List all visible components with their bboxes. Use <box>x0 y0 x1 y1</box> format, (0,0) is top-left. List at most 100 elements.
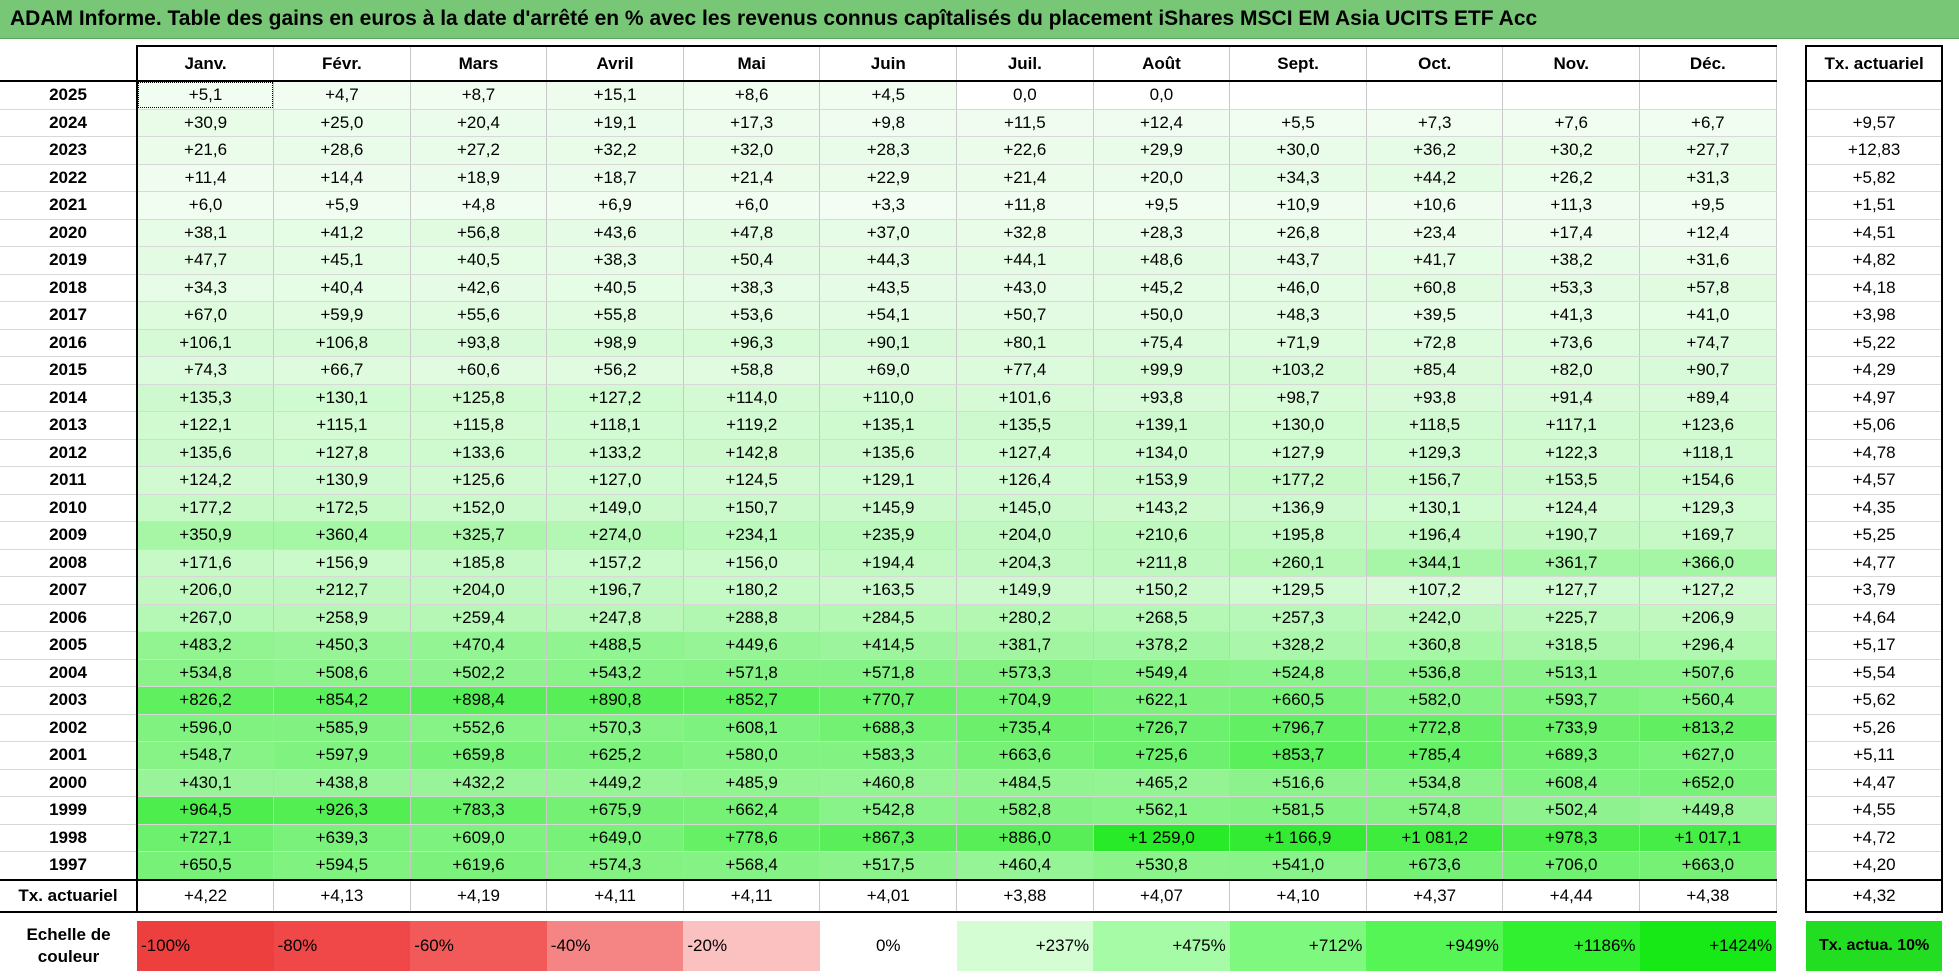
gain-cell[interactable]: +163,5 <box>819 576 958 605</box>
gain-cell[interactable]: +23,4 <box>1365 218 1504 247</box>
gain-cell[interactable]: +673,6 <box>1365 851 1504 881</box>
gain-cell[interactable]: +169,7 <box>1639 521 1777 550</box>
actuarial-cell[interactable]: +4,20 <box>1805 851 1944 881</box>
gain-cell[interactable]: +852,7 <box>682 686 821 715</box>
gain-cell[interactable]: +7,6 <box>1502 108 1641 137</box>
gain-cell[interactable]: +552,6 <box>409 713 548 742</box>
gain-cell[interactable]: +136,9 <box>1229 493 1367 522</box>
gain-cell[interactable]: +513,1 <box>1502 658 1641 687</box>
gain-cell[interactable]: +91,4 <box>1502 383 1641 412</box>
actuarial-cell[interactable]: +4,77 <box>1805 548 1944 577</box>
gain-cell[interactable]: +318,5 <box>1502 631 1641 660</box>
gain-cell[interactable]: +171,6 <box>136 548 275 577</box>
gain-cell[interactable]: +8,7 <box>409 80 548 110</box>
gain-cell[interactable]: +45,1 <box>273 246 411 275</box>
gain-cell[interactable]: +9,8 <box>819 108 958 137</box>
gain-cell[interactable]: +530,8 <box>1092 851 1231 881</box>
actuarial-cell[interactable]: +3,79 <box>1805 576 1944 605</box>
gain-cell[interactable]: +40,4 <box>273 273 411 302</box>
gain-cell[interactable]: +627,0 <box>1639 741 1777 770</box>
gain-cell[interactable]: +210,6 <box>1092 521 1231 550</box>
gain-cell[interactable]: +225,7 <box>1502 603 1641 632</box>
gain-cell[interactable]: +675,9 <box>546 796 684 825</box>
gain-cell[interactable]: +204,0 <box>409 576 548 605</box>
gain-cell[interactable]: +53,6 <box>682 301 821 330</box>
gain-cell[interactable]: +29,9 <box>1092 136 1231 165</box>
gain-cell[interactable]: +75,4 <box>1092 328 1231 357</box>
gain-cell[interactable]: +41,0 <box>1639 301 1777 330</box>
gain-cell[interactable]: +898,4 <box>409 686 548 715</box>
gain-cell[interactable] <box>1229 80 1367 110</box>
gain-cell[interactable]: +31,6 <box>1639 246 1777 275</box>
gain-cell[interactable]: +450,3 <box>273 631 411 660</box>
gain-cell[interactable]: +11,8 <box>956 191 1094 220</box>
gain-cell[interactable] <box>1502 80 1641 110</box>
gain-cell[interactable]: +663,0 <box>1639 851 1777 881</box>
gain-cell[interactable]: +725,6 <box>1092 741 1231 770</box>
gain-cell[interactable]: +378,2 <box>1092 631 1231 660</box>
actuarial-cell[interactable]: +3,98 <box>1805 301 1944 330</box>
gain-cell[interactable]: +74,7 <box>1639 328 1777 357</box>
gain-cell[interactable]: +4,7 <box>273 80 411 110</box>
gain-cell[interactable]: +177,2 <box>136 493 275 522</box>
gain-cell[interactable]: +507,6 <box>1639 658 1777 687</box>
gain-cell[interactable]: +45,2 <box>1092 273 1231 302</box>
gain-cell[interactable]: +247,8 <box>546 603 684 632</box>
gain-cell[interactable]: +80,1 <box>956 328 1094 357</box>
gain-cell[interactable]: +234,1 <box>682 521 821 550</box>
actuarial-cell[interactable]: +4,64 <box>1805 603 1944 632</box>
gain-cell[interactable]: +98,7 <box>1229 383 1367 412</box>
gain-cell[interactable]: +430,1 <box>136 768 275 797</box>
gain-cell[interactable]: +609,0 <box>409 823 548 852</box>
gain-cell[interactable]: +135,6 <box>819 438 958 467</box>
gain-cell[interactable]: +573,3 <box>956 658 1094 687</box>
gain-cell[interactable]: +115,1 <box>273 411 411 440</box>
gain-cell[interactable]: +350,9 <box>136 521 275 550</box>
actuarial-cell[interactable]: +9,57 <box>1805 108 1944 137</box>
actuarial-cell[interactable]: +5,25 <box>1805 521 1944 550</box>
gain-cell[interactable]: +360,4 <box>273 521 411 550</box>
gain-cell[interactable]: +267,0 <box>136 603 275 632</box>
gain-cell[interactable]: +571,8 <box>819 658 958 687</box>
gain-cell[interactable]: 0,0 <box>956 80 1094 110</box>
gain-cell[interactable]: +130,9 <box>273 466 411 495</box>
total-cell[interactable]: +4,19 <box>409 878 548 913</box>
gain-cell[interactable]: +38,1 <box>136 218 275 247</box>
gain-cell[interactable]: +172,5 <box>273 493 411 522</box>
gain-cell[interactable]: +135,5 <box>956 411 1094 440</box>
total-cell[interactable]: +4,13 <box>273 878 411 913</box>
gain-cell[interactable]: +110,0 <box>819 383 958 412</box>
gain-cell[interactable]: +90,1 <box>819 328 958 357</box>
actuarial-cell[interactable]: +4,72 <box>1805 823 1944 852</box>
gain-cell[interactable]: +139,1 <box>1092 411 1231 440</box>
gain-cell[interactable]: +40,5 <box>409 246 548 275</box>
gain-cell[interactable]: +31,3 <box>1639 163 1777 192</box>
gain-cell[interactable]: +536,8 <box>1365 658 1504 687</box>
gain-cell[interactable]: +103,2 <box>1229 356 1367 385</box>
gain-cell[interactable]: +127,7 <box>1502 576 1641 605</box>
gain-cell[interactable]: +328,2 <box>1229 631 1367 660</box>
total-cell[interactable]: +4,37 <box>1365 878 1504 913</box>
gain-cell[interactable]: +826,2 <box>136 686 275 715</box>
gain-cell[interactable]: +704,9 <box>956 686 1094 715</box>
gain-cell[interactable]: +6,7 <box>1639 108 1777 137</box>
gain-cell[interactable]: +101,6 <box>956 383 1094 412</box>
actuarial-cell[interactable]: +12,83 <box>1805 136 1944 165</box>
gain-cell[interactable]: +118,1 <box>546 411 684 440</box>
gain-cell[interactable]: +460,8 <box>819 768 958 797</box>
gain-cell[interactable]: +130,1 <box>1365 493 1504 522</box>
gain-cell[interactable]: +568,4 <box>682 851 821 881</box>
gain-cell[interactable]: +8,6 <box>682 80 821 110</box>
gain-cell[interactable]: +130,1 <box>273 383 411 412</box>
gain-cell[interactable]: +11,3 <box>1502 191 1641 220</box>
gain-cell[interactable]: +706,0 <box>1502 851 1641 881</box>
gain-cell[interactable]: +625,2 <box>546 741 684 770</box>
gain-cell[interactable]: +18,9 <box>409 163 548 192</box>
gain-cell[interactable]: +560,4 <box>1639 686 1777 715</box>
gain-cell[interactable]: +449,8 <box>1639 796 1777 825</box>
gain-cell[interactable]: +48,6 <box>1092 246 1231 275</box>
gain-cell[interactable]: +660,5 <box>1229 686 1367 715</box>
gain-cell[interactable]: +133,6 <box>409 438 548 467</box>
gain-cell[interactable]: +785,4 <box>1365 741 1504 770</box>
actuarial-cell[interactable]: +4,57 <box>1805 466 1944 495</box>
